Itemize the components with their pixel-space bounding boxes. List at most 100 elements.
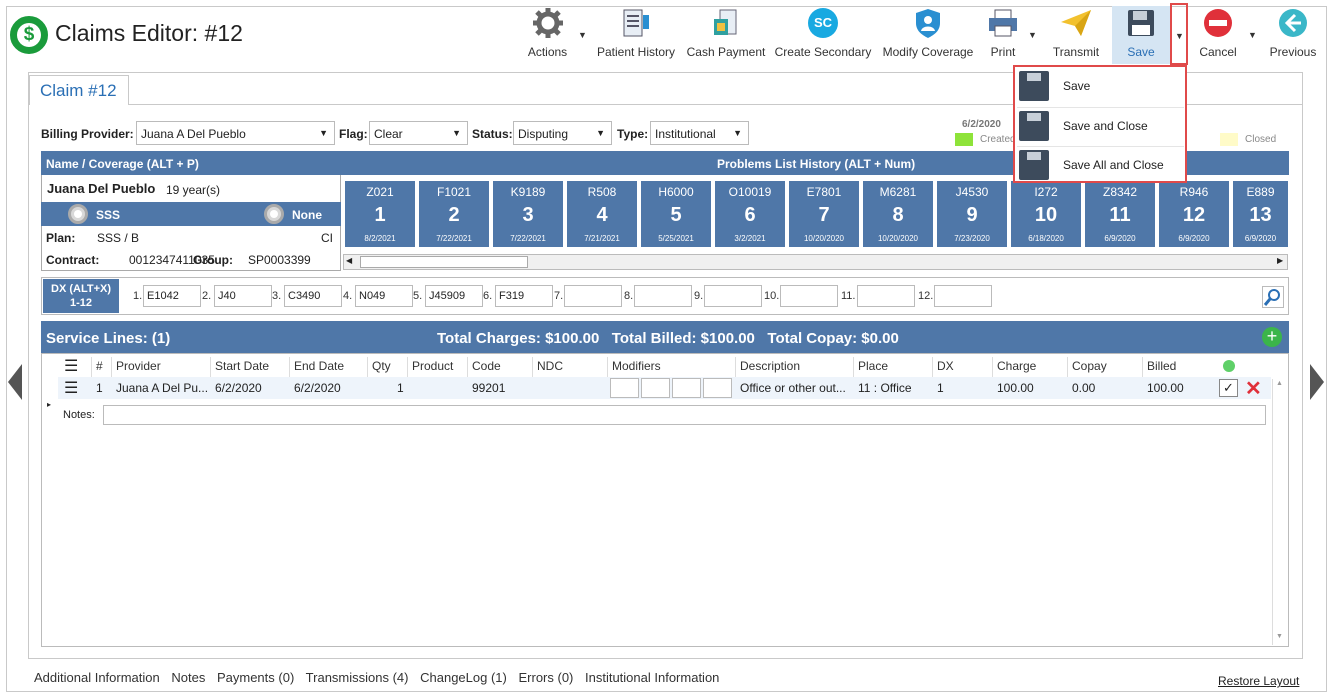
print-button[interactable]: Print [984,6,1022,64]
cell-charge[interactable]: 100.00 [997,381,1034,395]
cell-code[interactable]: 99201 [472,381,505,395]
problem-tile[interactable]: R508 4 7/21/2021 [567,181,637,247]
dx-input-7[interactable] [564,285,622,307]
scroll-right-icon[interactable]: ▶ [1277,256,1283,265]
patient-history-button[interactable]: Patient History [596,6,676,64]
cell-copay[interactable]: 0.00 [1072,381,1095,395]
create-secondary-button[interactable]: SC Create Secondary [774,6,872,64]
cancel-dropdown-icon[interactable]: ▼ [1248,30,1257,40]
problem-tile[interactable]: F1021 2 7/22/2021 [419,181,489,247]
type-select[interactable]: Institutional ▼ [650,121,749,145]
modifier-3-input[interactable] [672,378,701,398]
dx-input-9[interactable] [704,285,762,307]
modifier-1-input[interactable] [610,378,639,398]
problem-tile[interactable]: K9189 3 7/22/2021 [493,181,563,247]
cell-end[interactable]: 6/2/2020 [294,381,341,395]
problem-tile[interactable]: I272 10 6/18/2020 [1011,181,1081,247]
menu-icon[interactable]: ☰ [64,356,78,376]
flag-select[interactable]: Clear ▼ [369,121,468,145]
tab-claim[interactable]: Claim #12 [29,75,129,105]
modify-coverage-button[interactable]: Modify Coverage [880,6,976,64]
dx-search-button[interactable] [1262,286,1284,308]
save-dropdown-toggle[interactable]: ▼ [1170,3,1188,65]
column-header[interactable]: Code [472,359,501,373]
column-header[interactable]: Copay [1072,359,1107,373]
dx-input-4[interactable]: N049 [355,285,413,307]
next-record-icon[interactable] [1310,364,1324,400]
delete-row-icon[interactable]: ✕ [1245,376,1262,401]
column-header[interactable]: DX [937,359,954,373]
scroll-down-icon[interactable]: ▼ [1276,633,1283,640]
cell-description[interactable]: Office or other out... [740,381,846,395]
dx-input-8[interactable] [634,285,692,307]
tab-changelog[interactable]: ChangeLog (1) [420,670,507,685]
menu-item-save-and-close[interactable]: Save and Close [1017,107,1184,143]
problem-tile[interactable]: H6000 5 5/25/2021 [641,181,711,247]
scroll-left-icon[interactable]: ◀ [346,256,352,265]
coverage-radio-secondary[interactable] [264,204,284,224]
dx-input-12[interactable] [934,285,992,307]
tab-transmissions[interactable]: Transmissions (4) [306,670,409,685]
cell-place[interactable]: 11 : Office [858,381,912,395]
column-header[interactable]: # [96,359,103,373]
menu-item-save[interactable]: Save [1017,68,1184,104]
previous-record-icon[interactable] [8,364,22,400]
tab-errors[interactable]: Errors (0) [518,670,573,685]
cell-dx[interactable]: 1 [937,381,944,395]
problem-tile[interactable]: J4530 9 7/23/2020 [937,181,1007,247]
column-header[interactable]: Qty [372,359,391,373]
problem-tile[interactable]: M6281 8 10/20/2020 [863,181,933,247]
dx-input-5[interactable]: J45909 [425,285,483,307]
add-service-line-button[interactable]: + [1262,327,1282,347]
restore-layout-link[interactable]: Restore Layout [1218,674,1299,688]
print-dropdown-icon[interactable]: ▼ [1028,30,1037,40]
tab-additional-information[interactable]: Additional Information [34,670,160,685]
dx-input-6[interactable]: F319 [495,285,553,307]
menu-item-save-all-and-close[interactable]: Save All and Close [1017,146,1184,182]
row-menu-icon[interactable]: ☰ [64,378,78,398]
tab-payments[interactable]: Payments (0) [217,670,294,685]
column-header[interactable]: NDC [537,359,563,373]
cancel-button[interactable]: Cancel [1194,6,1242,64]
row-expander-icon[interactable]: ▸ [47,400,51,409]
problem-tile[interactable]: E7801 7 10/20/2020 [789,181,859,247]
cell-start[interactable]: 6/2/2020 [215,381,262,395]
column-header[interactable]: Place [858,359,888,373]
column-header[interactable]: Start Date [215,359,269,373]
problem-tile[interactable]: Z8342 11 6/9/2020 [1085,181,1155,247]
modifier-2-input[interactable] [641,378,670,398]
save-button[interactable]: Save [1112,6,1170,64]
cash-payment-button[interactable]: Cash Payment [686,6,766,64]
scroll-up-icon[interactable]: ▲ [1276,380,1283,387]
modifier-4-input[interactable] [703,378,732,398]
problem-tile[interactable]: Z021 1 8/2/2021 [345,181,415,247]
column-header[interactable]: Charge [997,359,1036,373]
grid-scrollbar[interactable] [1272,379,1287,645]
dx-input-10[interactable] [780,285,838,307]
problems-scroll-thumb[interactable] [360,256,528,268]
column-header[interactable]: Billed [1147,359,1176,373]
status-select[interactable]: Disputing ▼ [513,121,612,145]
row-checkbox[interactable]: ✓ [1219,379,1238,397]
dx-input-3[interactable]: C3490 [284,285,342,307]
problem-tile[interactable]: O10019 6 3/2/2021 [715,181,785,247]
problem-tile[interactable]: E889 13 6/9/2020 [1233,181,1288,247]
column-header[interactable]: Description [740,359,800,373]
coverage-radio-primary[interactable] [68,204,88,224]
column-header[interactable]: Provider [116,359,161,373]
billing-provider-select[interactable]: Juana A Del Pueblo ▼ [136,121,335,145]
transmit-button[interactable]: Transmit [1048,6,1104,64]
cell-billed[interactable]: 100.00 [1147,381,1184,395]
dx-input-2[interactable]: J40 [214,285,272,307]
actions-button[interactable]: Actions [520,6,575,64]
notes-input[interactable] [103,405,1266,425]
column-header[interactable]: Modifiers [612,359,661,373]
cell-qty[interactable]: 1 [397,381,404,395]
column-header[interactable]: Product [412,359,453,373]
problem-tile[interactable]: R946 12 6/9/2020 [1159,181,1229,247]
cell-num[interactable]: 1 [96,381,103,395]
tab-notes[interactable]: Notes [171,670,205,685]
cell-provider[interactable]: Juana A Del Pu... [116,381,208,395]
column-header[interactable]: End Date [294,359,344,373]
tab-institutional-information[interactable]: Institutional Information [585,670,719,685]
